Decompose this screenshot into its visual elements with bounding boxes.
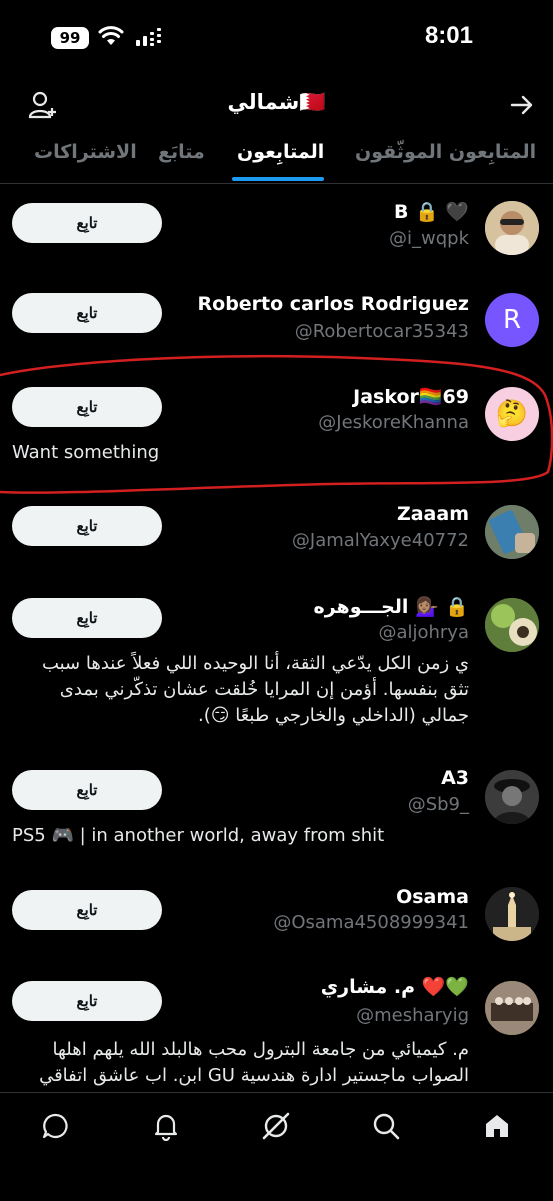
top-navbar: شمالي🇧🇭 bbox=[0, 80, 553, 132]
wifi-icon bbox=[98, 26, 124, 45]
tab-subscriptions[interactable]: الاشتراكات bbox=[34, 141, 137, 163]
avatar[interactable] bbox=[485, 505, 539, 559]
arrow-right-icon[interactable] bbox=[509, 92, 535, 118]
page-title: شمالي🇧🇭 bbox=[227, 90, 326, 114]
user-bio: ي زمن الكل يدّعي الثقة، أنا الوحيده اللي… bbox=[41, 653, 469, 726]
status-bar: 99 8:01 bbox=[0, 0, 553, 76]
cellular-signal-icon bbox=[136, 28, 161, 46]
avatar[interactable]: R bbox=[485, 293, 539, 347]
user-handle: @aljohrya bbox=[378, 622, 469, 643]
user-handle: @JamalYaxye40772 bbox=[291, 530, 469, 551]
user-handle: @Sb9_ bbox=[407, 794, 469, 815]
tab-verified-followers[interactable]: المتابِعون الموثّقون bbox=[355, 141, 536, 163]
user-name: Osama bbox=[396, 886, 469, 908]
user-bio: Want something bbox=[12, 442, 160, 463]
user-name: Zaaam bbox=[396, 503, 469, 525]
user-handle: @mesharyig bbox=[356, 1005, 469, 1026]
follow-button[interactable]: تابِع bbox=[12, 890, 162, 930]
user-handle: @i_wqpk bbox=[389, 228, 469, 249]
user-bio: PS5 🎮 | in another world, away from shit bbox=[12, 825, 385, 846]
user-handle: @JeskoreKhanna bbox=[318, 412, 469, 433]
user-name: الجـــوهره 💁🏽‍♀️ 🔒 bbox=[313, 596, 470, 618]
tab-bar: المتابِعون الموثّقون المتابِعون متابَع ا… bbox=[0, 135, 553, 184]
follow-button[interactable]: تابِع bbox=[12, 203, 162, 243]
user-handle: @Osama4508999341 bbox=[273, 912, 469, 933]
follow-button[interactable]: تابِع bbox=[12, 387, 162, 427]
bottom-nav bbox=[0, 1092, 553, 1201]
follow-button[interactable]: تابِع bbox=[12, 981, 162, 1021]
avatar[interactable] bbox=[485, 770, 539, 824]
notifications-icon[interactable] bbox=[151, 1111, 181, 1141]
status-time: 8:01 bbox=[424, 22, 473, 49]
user-name: B 🔒 🖤 bbox=[393, 201, 469, 223]
home-icon[interactable] bbox=[482, 1111, 512, 1141]
user-name: A3 bbox=[441, 767, 469, 789]
avatar[interactable] bbox=[485, 887, 539, 941]
tab-followers[interactable]: المتابِعون bbox=[237, 141, 324, 163]
avatar[interactable] bbox=[485, 598, 539, 652]
follow-button[interactable]: تابِع bbox=[12, 770, 162, 810]
tab-following[interactable]: متابَع bbox=[158, 141, 205, 163]
messages-icon[interactable] bbox=[41, 1111, 71, 1141]
grok-icon[interactable] bbox=[261, 1111, 291, 1141]
user-name: Roberto carlos Rodriguez bbox=[197, 293, 469, 315]
follow-button[interactable]: تابِع bbox=[12, 506, 162, 546]
battery-badge: 99 bbox=[51, 27, 89, 49]
active-tab-indicator bbox=[232, 177, 324, 181]
avatar[interactable] bbox=[485, 981, 539, 1035]
user-handle: @Robertocar35343 bbox=[294, 321, 469, 342]
follow-button[interactable]: تابِع bbox=[12, 598, 162, 638]
user-name: م. مشاري ❤️💚 bbox=[320, 976, 469, 998]
user-bio: م. كيميائي من جامعة البترول محب هالبلد ا… bbox=[39, 1039, 469, 1086]
avatar[interactable]: 🤔 bbox=[485, 387, 539, 441]
search-icon[interactable] bbox=[371, 1111, 401, 1141]
follow-button[interactable]: تابِع bbox=[12, 293, 162, 333]
avatar[interactable] bbox=[485, 201, 539, 255]
user-name: Jaskor🏳️‍🌈69 bbox=[353, 386, 469, 408]
